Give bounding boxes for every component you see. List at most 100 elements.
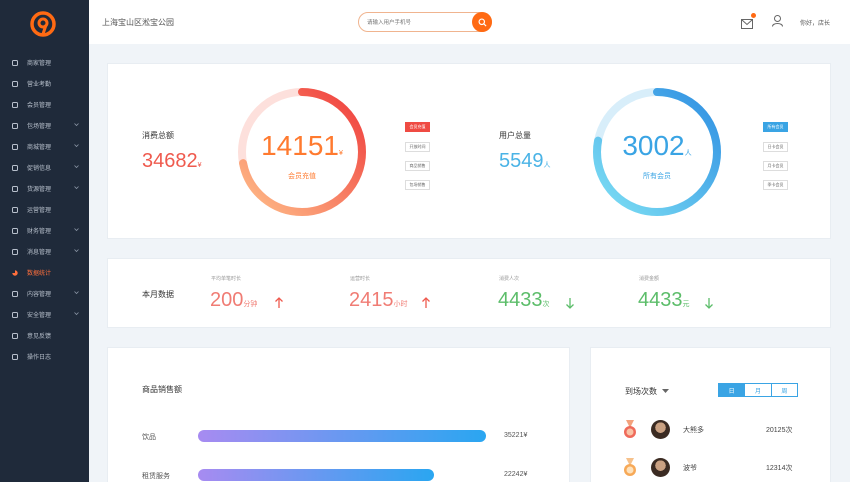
sidebar-item[interactable]: 货源管理 (0, 178, 89, 199)
sales-bar (198, 469, 435, 481)
sales-row-label: 租赁服务 (142, 473, 170, 480)
chevron-down-icon (74, 248, 79, 253)
arrow-up-icon (275, 297, 283, 308)
sales-row-label: 饮品 (142, 434, 156, 441)
ring1-value: 14151¥ (261, 130, 343, 161)
sidebar-item[interactable]: 财务管理 (0, 220, 89, 241)
sidebar-item-label: 财务管理 (27, 229, 52, 235)
ring1-tag-3[interactable]: 包场销售 (405, 180, 430, 190)
sidebar-item-label: 商家管理 (27, 61, 52, 67)
rank-row: 波爷 12314次 (623, 456, 803, 480)
sidebar-item[interactable]: 商城管理 (0, 136, 89, 157)
sidebar-item-label: 数据统计 (27, 271, 52, 277)
stat-value-3: 4433元 (638, 289, 690, 311)
ring2-tag-0[interactable]: 所有会员 (763, 122, 788, 132)
sidebar-item-label: 包场管理 (27, 124, 52, 130)
sidebar-item-label: 会员管理 (27, 103, 52, 109)
sidebar-item[interactable]: 运营管理 (0, 199, 89, 220)
shield-icon (12, 311, 18, 318)
sidebar-item-label: 意见反馈 (27, 334, 52, 340)
message-icon (12, 248, 18, 255)
chevron-down-icon (74, 164, 79, 169)
sidebar-item[interactable]: 促销信息 (0, 157, 89, 178)
chevron-down-icon (74, 290, 79, 295)
ring2-tag-2[interactable]: 月卡会员 (763, 161, 788, 171)
notification-dot (751, 13, 756, 18)
chevron-down-icon (74, 143, 79, 148)
ring1-tag-2[interactable]: 商品销售 (405, 161, 430, 171)
sidebar-item-label: 运营管理 (27, 208, 52, 214)
sidebar-item[interactable]: 操作日志 (0, 346, 89, 367)
search-button[interactable] (472, 12, 492, 32)
sidebar-item[interactable]: 包场管理 (0, 115, 89, 136)
user-icon[interactable] (772, 15, 783, 27)
visits-title[interactable]: 到场次数 (625, 386, 670, 397)
rank-count: 20125次 (766, 427, 793, 434)
sidebar-item-label: 安全管理 (27, 313, 52, 319)
period-month-button[interactable]: 月 (744, 384, 770, 396)
sidebar-item-label: 内容管理 (27, 292, 52, 298)
avatar (651, 458, 670, 477)
arrow-up-icon (422, 297, 430, 308)
sidebar-item[interactable]: 营业考勤 (0, 73, 89, 94)
user-greeting[interactable]: 你好，店长 (800, 18, 830, 27)
period-day-button[interactable]: 日 (719, 384, 745, 396)
chevron-down-icon (74, 122, 79, 127)
sidebar-item[interactable]: 消息管理 (0, 241, 89, 262)
stat-value-2: 4433次 (498, 289, 550, 311)
sales-title: 商品销售额 (142, 385, 182, 394)
rank-row: 大熊多 20125次 (623, 418, 803, 442)
avatar (651, 420, 670, 439)
sidebar-item-label: 操作日志 (27, 355, 52, 361)
search-icon (477, 17, 487, 27)
notification-button[interactable] (741, 13, 756, 29)
arrow-down-icon (705, 298, 713, 309)
stat-value-0: 200分钟 (210, 289, 258, 311)
users-value: 5549人 (499, 150, 551, 172)
arrow-down-icon (566, 298, 574, 309)
mall-icon (12, 143, 18, 150)
content-icon (12, 290, 18, 297)
chart-icon (12, 80, 18, 87)
sidebar-item-label: 消息管理 (27, 250, 52, 256)
location-text: 上海宝山区淞宝公园 (102, 18, 174, 27)
ring1-tag-1[interactable]: 开放时间 (405, 142, 430, 152)
sidebar-item[interactable]: 意见反馈 (0, 325, 89, 346)
consumption-label: 消费总额 (142, 131, 174, 140)
sidebar: 商家管理营业考勤会员管理包场管理商城管理 促销信息货源管理运营管理财务管理消息管理… (0, 0, 89, 482)
store-icon (12, 59, 18, 66)
period-week-button[interactable]: 周 (770, 384, 797, 396)
finance-icon (12, 227, 18, 234)
logo-icon (30, 11, 56, 37)
ring2-value: 3002人 (622, 130, 692, 161)
ring2-caption: 所有会员 (643, 173, 671, 180)
stat-value-1: 2415小时 (349, 289, 408, 311)
chevron-down-icon (74, 227, 79, 232)
ring2-tag-1[interactable]: 日卡会员 (763, 142, 788, 152)
stat-caption-0: 平均单笔时长 (211, 276, 242, 282)
ops-icon (12, 206, 18, 213)
ring2-tag-3[interactable]: 季卡会员 (763, 180, 788, 190)
rank-name: 大熊多 (683, 427, 704, 434)
ring1-tag-0[interactable]: 会员充值 (405, 122, 430, 132)
feedback-icon (12, 332, 18, 339)
sidebar-item-label: 营业考勤 (27, 82, 52, 88)
sidebar-item[interactable]: 内容管理 (0, 283, 89, 304)
overview-card: 消费总额 34682¥ 14151¥ 会员充值 会员充值 开放时间 商品销售 包… (107, 63, 831, 239)
rank-count: 12314次 (766, 465, 793, 472)
log-icon (12, 353, 18, 360)
sidebar-item[interactable]: 安全管理 (0, 304, 89, 325)
sales-row-value: 35221¥ (504, 432, 528, 439)
promo-icon (12, 164, 18, 171)
rank-name: 波爷 (683, 465, 697, 472)
stat-caption-2: 消费人次 (499, 276, 520, 282)
sidebar-item[interactable]: 商家管理 (0, 52, 89, 73)
ring1-caption: 会员充值 (288, 173, 316, 180)
sidebar-item[interactable]: 数据统计 (0, 262, 89, 283)
sidebar-item[interactable]: 会员管理 (0, 94, 89, 115)
stat-caption-3: 消费金额 (639, 276, 660, 282)
visits-card: 到场次数 日 月 周 大熊多 20125次 波爷 12314次 (590, 347, 831, 482)
search-input[interactable] (367, 17, 467, 28)
sidebar-item-label: 货源管理 (27, 187, 52, 193)
vip-icon (12, 101, 18, 108)
